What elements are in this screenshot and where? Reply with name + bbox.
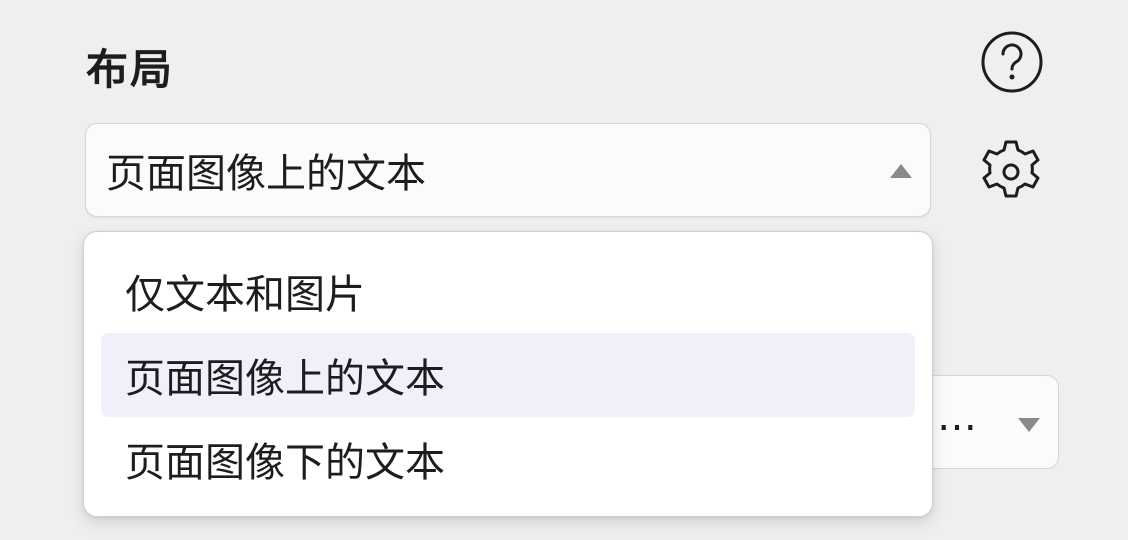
secondary-select-value: … (937, 394, 979, 440)
layout-select-value: 页面图像上的文本 (106, 151, 426, 197)
layout-dropdown-menu: 仅文本和图片 页面图像上的文本 页面图像下的文本 (83, 231, 933, 517)
menu-item-text-and-images[interactable]: 仅文本和图片 (101, 249, 915, 333)
gear-icon (982, 140, 1040, 198)
section-title: 布局 (86, 45, 175, 94)
caret-down-icon (1018, 418, 1040, 432)
menu-item-label: 仅文本和图片 (125, 272, 365, 318)
menu-item-label: 页面图像上的文本 (125, 356, 445, 402)
help-button[interactable] (980, 30, 1044, 94)
menu-item-label: 页面图像下的文本 (125, 440, 445, 486)
layout-settings-button[interactable] (975, 136, 1047, 208)
layout-select[interactable]: 页面图像上的文本 (85, 123, 931, 217)
menu-item-text-on-page-image[interactable]: 页面图像上的文本 (101, 333, 915, 417)
help-icon (981, 31, 1043, 93)
layout-panel: 布局 页面图像上的文本 … 仅文本和图片 页面图像上的文本 页面图像下的文本 (0, 0, 1128, 540)
menu-item-text-below-page-image[interactable]: 页面图像下的文本 (101, 417, 915, 501)
caret-up-icon (890, 164, 912, 178)
